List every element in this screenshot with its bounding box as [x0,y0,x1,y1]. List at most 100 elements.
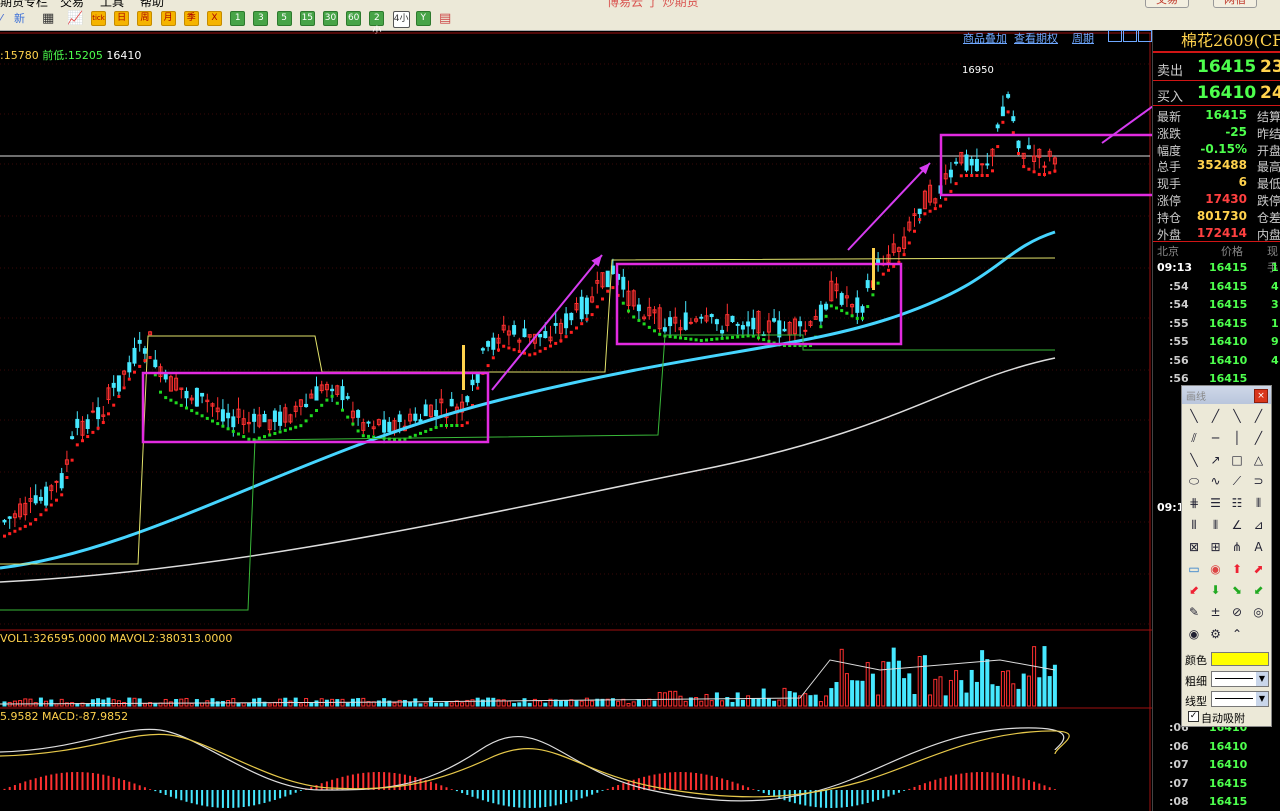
chevron-down-icon[interactable]: ▼ [1256,692,1268,706]
fib-box-icon[interactable]: ☷ [1227,493,1247,513]
pencil-icon[interactable]: ✎ [1184,602,1204,622]
angle-icon[interactable]: ∠ [1227,515,1247,535]
candle-body [746,321,751,327]
volume-bar [1016,688,1021,707]
palette-close-button[interactable]: × [1254,389,1268,403]
arc-icon[interactable]: ⊃ [1249,471,1269,491]
menu-item-tools[interactable]: 工具 [100,0,124,8]
style-select[interactable]: ▼ [1211,691,1269,707]
width-select[interactable]: ▼ [1211,671,1269,687]
sell-row[interactable]: 卖出 16415 23 [1153,55,1280,79]
chevron-down-icon[interactable]: ▼ [1256,672,1268,686]
period-button-9[interactable]: 3 [253,11,269,26]
link-overlay-commodity[interactable]: 商品叠加 [963,30,1007,46]
down-right-arrow-icon[interactable]: ⬊ [1227,580,1247,600]
menu-item-futures[interactable]: 期货专栏 [0,0,48,8]
down-left-arrow-icon[interactable]: ⬋ [1184,580,1204,600]
message-button[interactable]: 网宿 [1213,0,1257,8]
kline-chart[interactable] [0,30,1152,811]
ellipse-icon[interactable]: ⬭ [1184,471,1204,491]
trail-dot [211,419,214,423]
contract-title[interactable]: 棉花2609(CF2 [1153,30,1280,52]
horizontal-line-icon[interactable]: ─ [1206,428,1226,448]
gann-box-icon[interactable]: ☰ [1206,493,1226,513]
fib-icon[interactable]: ⋕ [1184,493,1204,513]
toolbar-left-icon[interactable]: ⁄ [0,11,2,27]
trend-icon[interactable]: ╱ [1249,428,1269,448]
period-icon[interactable]: ⦀ [1184,515,1204,535]
period-button-6[interactable]: 季 [183,11,199,26]
fan-icon[interactable]: ⟋ [1227,471,1247,491]
segment-icon[interactable]: ╲ [1227,406,1247,426]
period-button-11[interactable]: 15 [299,11,315,26]
trail-dot [413,433,417,437]
wave-icon[interactable]: ∿ [1206,471,1226,491]
target-icon[interactable]: ◉ [1206,559,1226,579]
period-button-15[interactable]: 4小 [392,11,410,28]
menu-item-trade[interactable]: 交易 [60,0,84,8]
trend2-icon[interactable]: ╲ [1184,450,1204,470]
arrow-line-icon[interactable]: ↗ [1206,450,1226,470]
buy-row[interactable]: 买入 16410 24 [1153,81,1280,105]
link-view-options[interactable]: 查看期权 [1014,30,1058,46]
period-button-7[interactable]: X [207,11,222,26]
triangle-icon[interactable]: △ [1249,450,1269,470]
scroll-up-icon[interactable]: ⌃ [1227,624,1247,644]
auto-snap-checkbox[interactable]: ✓ [1188,711,1199,722]
eye-icon[interactable]: ◎ [1249,602,1269,622]
volume-bar [969,669,974,707]
tick-price: 16415 [1209,316,1248,330]
period-button-4[interactable]: 周 [137,11,153,26]
new-label[interactable]: 新 [14,11,25,27]
hide-icon[interactable]: ⊘ [1227,602,1247,622]
trail-dot [575,326,578,330]
vertical-line-icon[interactable]: │ [1227,428,1247,448]
grid-icon[interactable]: ▦ [42,11,54,27]
kline-icon[interactable]: 📈 [67,11,83,27]
period-button-3[interactable]: 日 [114,11,130,26]
period-button-13[interactable]: 60 [346,11,362,26]
ray-icon[interactable]: ╱ [1206,406,1226,426]
period-button-12[interactable]: 30 [323,11,338,26]
trade-button[interactable]: 交易 [1145,0,1189,8]
text-icon[interactable]: A [1249,537,1269,557]
restore-icon[interactable] [1108,30,1122,42]
calc-icon[interactable]: ▤ [439,11,451,27]
period2-icon[interactable]: ⦀ [1206,515,1226,535]
period-button-10[interactable]: 5 [276,11,292,26]
color-swatch[interactable] [1211,652,1269,666]
line-icon[interactable]: ╲ [1184,406,1204,426]
link-period[interactable]: 周期 [1072,30,1094,46]
visible-icon[interactable]: ◉ [1184,624,1204,644]
fork-icon[interactable]: ⋔ [1227,537,1247,557]
left-down-arrow-icon[interactable]: ⬋ [1249,580,1269,600]
close-window-icon[interactable] [1138,30,1152,42]
period-button-5[interactable]: 月 [160,11,176,26]
trail-dot [715,337,719,341]
window-controls[interactable] [1108,30,1152,42]
period-button-16[interactable]: Y [415,11,431,26]
gann-grid-icon[interactable]: ⊞ [1206,537,1226,557]
trail-dot [871,293,875,297]
period-button-2[interactable]: tick [91,11,106,26]
up-right-arrow-icon[interactable]: ⬈ [1249,559,1269,579]
trail-dot [928,209,932,213]
gann-fan-icon[interactable]: ⊠ [1184,537,1204,557]
palette-header[interactable]: 画线 × [1182,386,1271,404]
settings-icon[interactable]: ⚙ [1206,624,1226,644]
ruler-icon[interactable]: ▭ [1184,559,1204,579]
down-arrow-icon[interactable]: ⬇ [1206,580,1226,600]
maximize-icon[interactable] [1123,30,1137,42]
trail-dot [190,409,194,413]
speed-icon[interactable]: ⊿ [1249,515,1269,535]
stats-icon[interactable]: ± [1206,602,1226,622]
cycle-icon[interactable]: ⦀ [1249,493,1269,513]
period-button-8[interactable]: 1 [230,11,246,26]
double-line-icon[interactable]: ⫽ [1184,428,1204,448]
period-button-14[interactable]: 2小 [369,11,385,36]
candle-body [985,163,990,166]
up-arrow-icon[interactable]: ⬆ [1227,559,1247,579]
parallel-icon[interactable]: ╱ [1249,406,1269,426]
rectangle-icon[interactable]: □ [1227,450,1247,470]
menu-item-help[interactable]: 帮助 [140,0,164,8]
